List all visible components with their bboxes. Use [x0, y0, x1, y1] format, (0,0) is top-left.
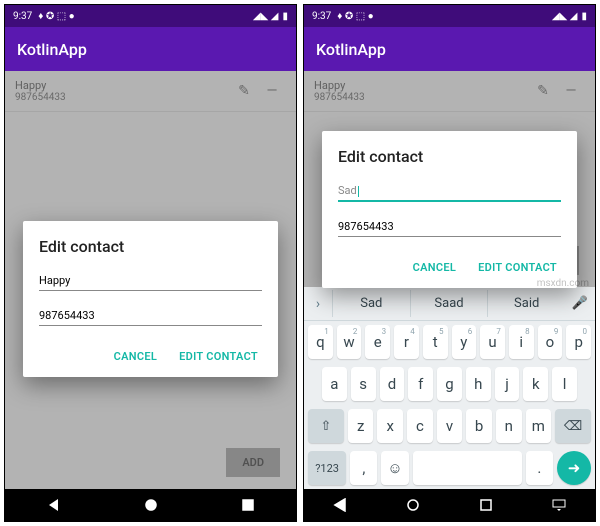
suggestion-bar: › Sad Saad Said 🎤 — [304, 287, 595, 321]
suggestion-1[interactable]: Sad — [332, 290, 410, 317]
status-signal: ◢◣ ◢ — [253, 11, 279, 22]
cancel-button[interactable]: CANCEL — [409, 255, 460, 280]
key-period[interactable]: . — [526, 451, 553, 485]
key-p[interactable]: p0 — [566, 325, 591, 359]
key-o[interactable]: o9 — [538, 325, 563, 359]
status-bar: 9:37 ♦ ✪ ⬚ ● ◢◣ ◢ ▮ — [5, 5, 296, 27]
nav-back-icon[interactable] — [47, 498, 61, 512]
edit-contact-button[interactable]: EDIT CONTACT — [474, 255, 561, 280]
phone-right: 9:37 ♦ ✪ ⬚ ● ◢◣ ◢ ▮ KotlinApp Happy 9876… — [303, 4, 596, 522]
key-z[interactable]: z — [348, 409, 374, 443]
status-battery: ▮ — [581, 11, 587, 22]
key-b[interactable]: b — [466, 409, 492, 443]
key-y[interactable]: y6 — [452, 325, 477, 359]
key-emoji[interactable]: ☺ — [381, 451, 408, 485]
dialog-title: Edit contact — [338, 147, 561, 166]
key-t[interactable]: t5 — [423, 325, 448, 359]
app-bar: KotlinApp — [304, 27, 595, 71]
content-area: Happy 987654433 ✎ — ADD Edit contact Hap… — [5, 71, 296, 489]
key-q[interactable]: q1 — [308, 325, 333, 359]
key-u[interactable]: u7 — [480, 325, 505, 359]
key-s[interactable]: s — [351, 367, 376, 401]
key-v[interactable]: v — [437, 409, 463, 443]
key-i[interactable]: i8 — [509, 325, 534, 359]
keyboard-hide-icon[interactable] — [552, 498, 566, 512]
status-battery: ▮ — [282, 11, 288, 22]
app-bar: KotlinApp — [5, 27, 296, 71]
key-k[interactable]: k — [523, 367, 548, 401]
nav-bar — [304, 489, 595, 521]
key-j[interactable]: j — [495, 367, 520, 401]
key-x[interactable]: x — [377, 409, 403, 443]
status-time: 9:37 — [312, 11, 331, 22]
key-row-4: ?123,☺.➜ — [304, 447, 595, 489]
key-row-1: q1w2e3r4t5y6u7i8o9p0 — [304, 321, 595, 363]
key-d[interactable]: d — [380, 367, 405, 401]
key-m[interactable]: m — [526, 409, 552, 443]
content-area: Happy 987654433 ✎ — ADD Edit contact Sad… — [304, 71, 595, 287]
status-icons: ♦ ✪ ⬚ ● — [38, 11, 74, 22]
key-symbols[interactable]: ?123 — [308, 451, 346, 485]
edit-contact-dialog: Edit contact Sad 987654433 CANCEL EDIT C… — [322, 131, 577, 288]
app-title: KotlinApp — [316, 40, 386, 59]
expand-suggestions-icon[interactable]: › — [304, 296, 332, 312]
key-comma[interactable]: , — [350, 451, 377, 485]
key-shift[interactable]: ⇧ — [308, 409, 344, 443]
suggestion-3[interactable]: Said — [487, 290, 565, 317]
key-enter[interactable]: ➜ — [557, 451, 591, 485]
nav-back-icon[interactable] — [333, 498, 347, 512]
key-n[interactable]: n — [496, 409, 522, 443]
key-row-3: ⇧zxcvbnm⌫ — [304, 405, 595, 447]
nav-home-icon[interactable] — [144, 498, 158, 512]
key-l[interactable]: l — [552, 367, 577, 401]
key-r[interactable]: r4 — [394, 325, 419, 359]
suggestion-2[interactable]: Saad — [410, 290, 488, 317]
key-g[interactable]: g — [437, 367, 462, 401]
nav-home-icon[interactable] — [406, 498, 420, 512]
key-space[interactable] — [413, 451, 522, 485]
key-a[interactable]: a — [322, 367, 347, 401]
app-title: KotlinApp — [17, 40, 87, 59]
phone-input[interactable]: 987654433 — [39, 305, 262, 326]
watermark: msxdn.com — [537, 278, 589, 289]
key-f[interactable]: f — [408, 367, 433, 401]
key-row-2: asdfghjkl — [304, 363, 595, 405]
status-signal: ◢◣ ◢ — [552, 11, 578, 22]
phone-left: 9:37 ♦ ✪ ⬚ ● ◢◣ ◢ ▮ KotlinApp Happy 9876… — [4, 4, 297, 522]
phone-input[interactable]: 987654433 — [338, 216, 561, 237]
nav-bar — [5, 489, 296, 521]
status-icons: ♦ ✪ ⬚ ● — [337, 11, 373, 22]
key-backspace[interactable]: ⌫ — [555, 409, 591, 443]
key-w[interactable]: w2 — [337, 325, 362, 359]
status-bar: 9:37 ♦ ✪ ⬚ ● ◢◣ ◢ ▮ — [304, 5, 595, 27]
cancel-button[interactable]: CANCEL — [110, 344, 161, 369]
edit-contact-dialog: Edit contact Happy 987654433 CANCEL EDIT… — [23, 221, 278, 377]
key-c[interactable]: c — [407, 409, 433, 443]
key-h[interactable]: h — [466, 367, 491, 401]
name-input[interactable]: Happy — [39, 270, 262, 291]
name-input[interactable]: Sad — [338, 180, 561, 202]
edit-contact-button[interactable]: EDIT CONTACT — [175, 344, 262, 369]
mic-icon[interactable]: 🎤 — [565, 296, 595, 311]
status-time: 9:37 — [13, 11, 32, 22]
dialog-title: Edit contact — [39, 237, 262, 256]
nav-recent-icon[interactable] — [479, 498, 493, 512]
soft-keyboard: › Sad Saad Said 🎤 q1w2e3r4t5y6u7i8o9p0 a… — [304, 287, 595, 489]
nav-recent-icon[interactable] — [241, 498, 255, 512]
key-e[interactable]: e3 — [365, 325, 390, 359]
